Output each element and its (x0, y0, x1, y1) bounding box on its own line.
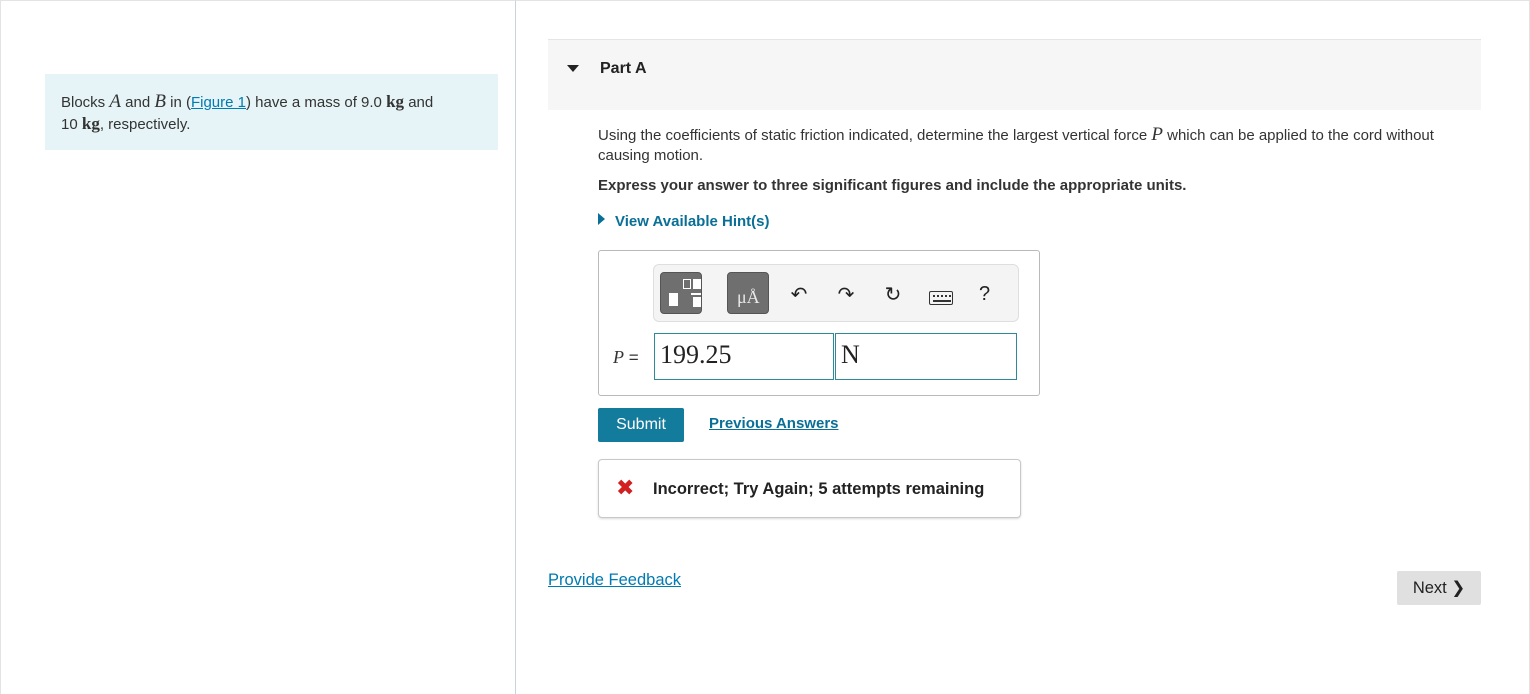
caret-right-icon (598, 213, 605, 225)
template-sup-icon (693, 279, 701, 289)
caret-down-icon[interactable] (567, 65, 579, 72)
question-text: Using the coefficients of static frictio… (598, 124, 1434, 165)
feedback-message: ✖ Incorrect; Try Again; 5 attempts remai… (598, 459, 1021, 518)
var-a: A (109, 91, 121, 112)
part-title: Part A (600, 60, 647, 77)
problem-statement: Blocks A and B in (Figure 1) have a mass… (45, 74, 498, 150)
figure-link[interactable]: Figure 1 (191, 94, 246, 111)
answer-box: μÅ ↶ ↷ ↻ ? P = 199.25 N (598, 250, 1040, 396)
math-toolbar: μÅ ↶ ↷ ↻ ? (653, 264, 1019, 322)
answer-value-input[interactable]: 199.25 (654, 333, 834, 380)
undo-icon[interactable]: ↶ (787, 283, 811, 307)
var-p: P (1151, 124, 1163, 145)
feedback-text: Incorrect; Try Again; 5 attempts remaini… (653, 480, 985, 498)
keyboard-icon[interactable] (929, 291, 953, 305)
template-line-icon (691, 293, 701, 295)
template-block-icon (669, 293, 678, 306)
incorrect-x-icon: ✖ (616, 475, 635, 500)
provide-feedback-link[interactable]: Provide Feedback (548, 571, 681, 590)
help-icon[interactable]: ? (979, 283, 990, 306)
redo-icon[interactable]: ↷ (834, 283, 858, 307)
template-box-icon (683, 279, 691, 289)
submit-button[interactable]: Submit (598, 408, 684, 442)
template-sub-icon (693, 297, 701, 307)
units-button[interactable]: μÅ (727, 272, 769, 314)
previous-answers-link[interactable]: Previous Answers (709, 415, 839, 432)
instruction-text: Express your answer to three significant… (598, 177, 1187, 194)
var-b: B (154, 91, 166, 112)
answer-unit-input[interactable]: N (835, 333, 1017, 380)
answer-label: P = (613, 347, 639, 367)
reset-icon[interactable]: ↻ (881, 283, 905, 307)
part-a-header[interactable]: Part A (548, 39, 1481, 110)
next-button[interactable]: Next ❯ (1397, 571, 1481, 605)
view-hints-toggle[interactable]: View Available Hint(s) (598, 213, 770, 230)
templates-button[interactable] (660, 272, 702, 314)
